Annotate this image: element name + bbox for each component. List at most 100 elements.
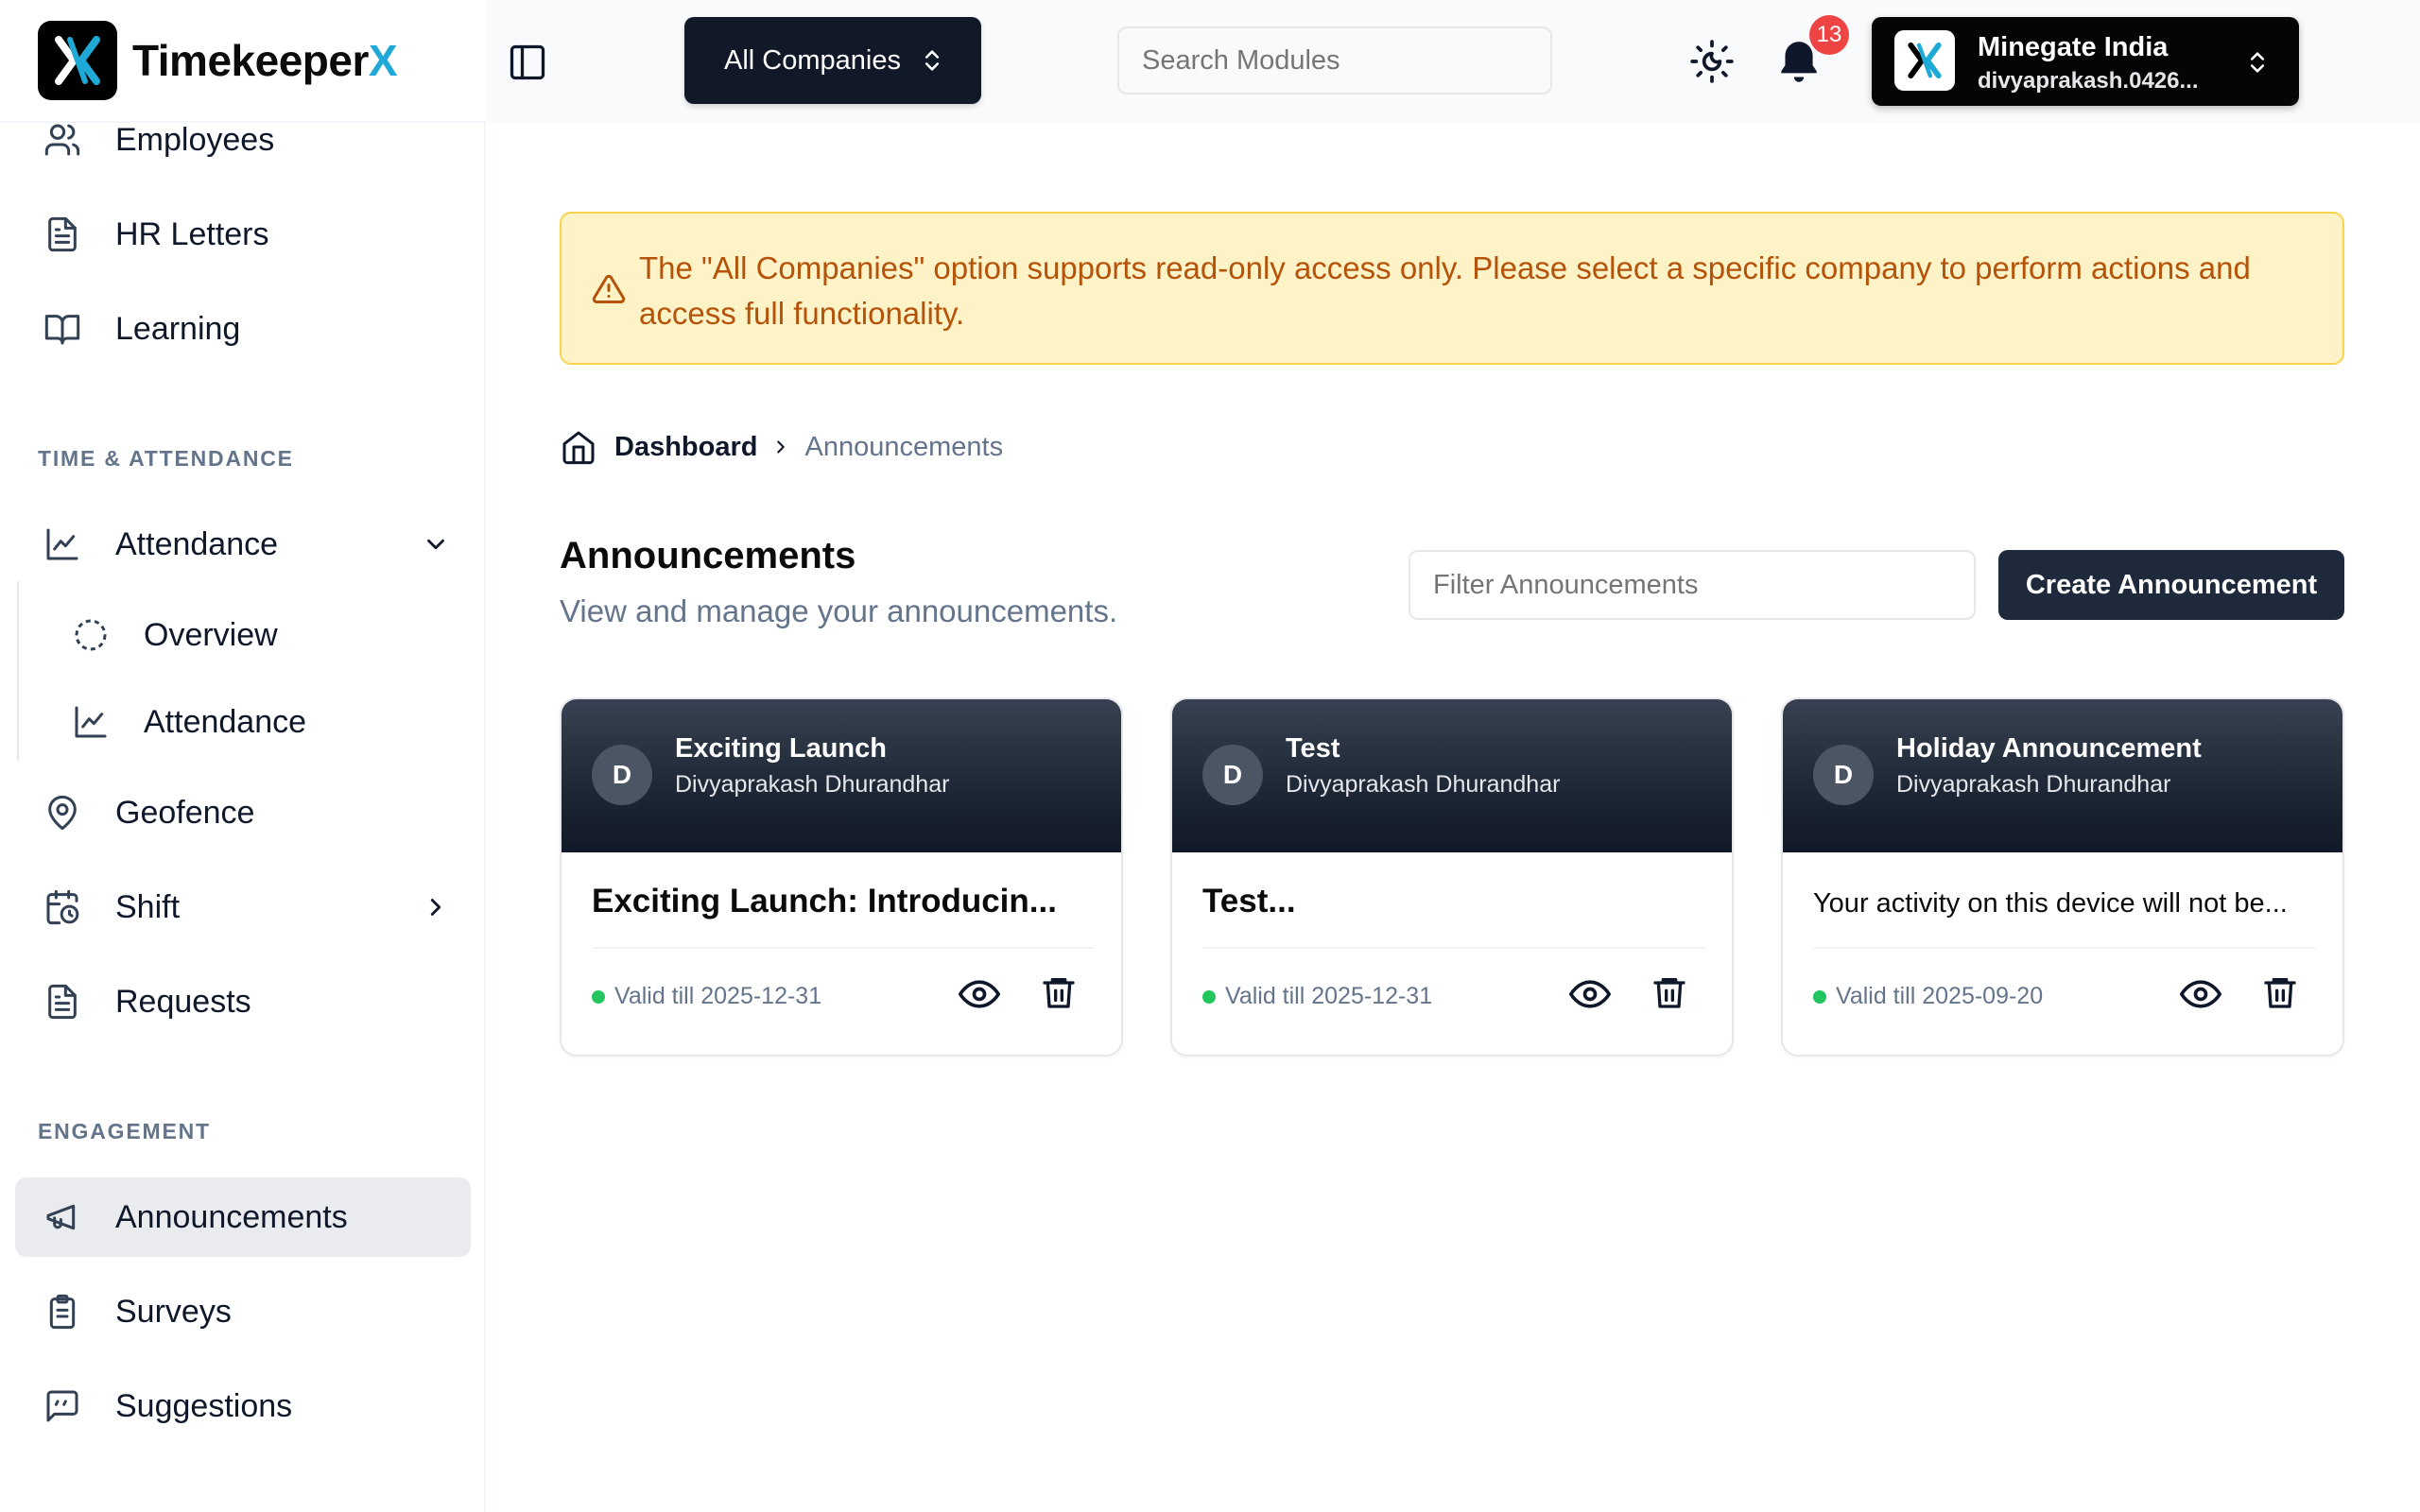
card-header: D Holiday Announcement Divyaprakash Dhur… [1783,699,2342,852]
card-title: Exciting Launch [675,733,887,764]
sidebar-item-requests[interactable]: Requests [15,962,471,1041]
brand-logo[interactable]: TimekeeperX [0,0,486,123]
valid-till-text: Valid till 2025-12-31 [614,983,822,1009]
megaphone-icon [46,1204,76,1230]
alert-message: The "All Companies" option supports read… [639,250,2251,331]
read-only-alert: The "All Companies" option supports read… [560,212,2344,365]
company-logo-icon [1894,30,1955,91]
clipboard-icon [49,1294,76,1330]
warning-icon [592,274,626,303]
sidebar-item-label: Suggestions [115,1387,293,1424]
sidebar-item-announcements[interactable]: Announcements [15,1177,471,1257]
create-announcement-button[interactable]: Create Announcement [1998,550,2344,620]
card-author: Divyaprakash Dhurandhar [1896,771,2171,798]
card-body: Your activity on this device will not be… [1813,888,2288,919]
home-icon[interactable] [560,428,597,466]
card-divider [1813,947,2316,949]
status-dot [1202,989,1216,1004]
account-switcher[interactable]: Minegate India divyaprakash.0426... [1872,17,2299,106]
sidebar-item-label: Attendance [115,525,279,562]
sidebar-item-label: Geofence [115,794,255,831]
message-icon [46,1390,78,1422]
filter-announcements-input[interactable] [1409,550,1976,620]
avatar: D [592,745,652,805]
status-dot [1813,989,1826,1004]
users-icon [44,124,80,156]
card-author: Divyaprakash Dhurandhar [1286,771,1561,798]
valid-till: Valid till 2025-12-31 [1202,983,1432,1010]
search-modules-input[interactable] [1117,26,1552,94]
chevron-down-icon [427,539,444,550]
card-header: D Test Divyaprakash Dhurandhar [1172,699,1732,852]
card-title: Test [1286,733,1340,764]
sidebar-item-label: Announcements [115,1198,348,1235]
sidebar-item-label: Employees [115,121,275,158]
avatar: D [1202,745,1263,805]
breadcrumb-current: Announcements [804,431,1004,462]
sidebar-item-attendance[interactable]: Attendance [15,505,471,584]
sidebar-item-label: Surveys [115,1293,232,1330]
document-icon [48,216,77,252]
map-pin-icon [48,795,77,831]
sidebar-item-label: Learning [115,310,241,347]
sidebar-item-hr-letters[interactable]: HR Letters [15,195,471,274]
chevron-right-icon [430,899,441,916]
eye-icon[interactable] [2180,973,2221,1015]
eye-icon[interactable] [1569,973,1611,1015]
valid-till: Valid till 2025-12-31 [592,983,821,1010]
card-body: Exciting Launch: Introducin... [592,883,1057,919]
section-title-engagement: ENGAGEMENT [38,1119,211,1143]
eye-icon[interactable] [959,973,1000,1015]
trash-icon[interactable] [1040,973,1078,1011]
sidebar-item-attendance-sub[interactable]: Attendance [43,684,471,760]
account-name: Minegate India [1978,32,2169,62]
chart-line-icon [75,706,107,738]
document-icon [48,984,77,1020]
chevron-up-down-icon [2250,52,2265,73]
top-bar: All Companies 13 Minegate India divyapra… [486,0,2420,123]
brand-name: TimekeeperX [132,36,398,85]
account-email: divyaprakash.0426... [1978,68,2199,94]
card-title: Holiday Announcement [1896,733,2202,764]
announcement-card[interactable]: D Test Divyaprakash Dhurandhar Test... V… [1170,697,1734,1057]
announcement-card[interactable]: D Holiday Announcement Divyaprakash Dhur… [1781,697,2344,1057]
card-divider [592,947,1095,949]
breadcrumb: Dashboard Announcements [560,425,1003,469]
chart-line-icon [46,528,78,560]
sidebar: TimekeeperX Employees HR Letters Learnin… [0,0,486,1512]
card-header: D Exciting Launch Divyaprakash Dhurandha… [562,699,1121,852]
company-select-label: All Companies [724,44,901,76]
sidebar-item-suggestions[interactable]: Suggestions [15,1366,471,1446]
sidebar-item-label: Requests [115,983,251,1020]
book-icon [44,315,80,345]
card-divider [1202,947,1705,949]
sidebar-item-label: Attendance [144,703,307,740]
sidebar-item-learning[interactable]: Learning [15,289,471,369]
sidebar-item-label: Shift [115,888,181,925]
notification-badge: 13 [1809,15,1849,55]
card-body: Test... [1202,883,1296,919]
avatar: D [1813,745,1874,805]
sidebar-item-label: Overview [144,616,278,653]
sidebar-item-geofence[interactable]: Geofence [15,773,471,852]
trash-icon[interactable] [2261,973,2299,1011]
sidebar-item-overview[interactable]: Overview [43,597,471,673]
theme-toggle-icon[interactable] [1688,38,1736,85]
announcement-card[interactable]: D Exciting Launch Divyaprakash Dhurandha… [560,697,1123,1057]
trash-icon[interactable] [1651,973,1688,1011]
chevron-up-down-icon [925,50,940,71]
card-author: Divyaprakash Dhurandhar [675,771,950,798]
timekeeperx-logo-icon [38,21,117,100]
chevron-right-icon [777,440,786,454]
page-title: Announcements [560,535,856,576]
sidebar-item-shift[interactable]: Shift [15,868,471,947]
valid-till: Valid till 2025-09-20 [1813,983,2043,1010]
dashed-circle-icon [75,619,107,651]
page-subtitle: View and manage your announcements. [560,593,1118,628]
status-dot [592,989,605,1004]
sidebar-item-surveys[interactable]: Surveys [15,1272,471,1351]
breadcrumb-dashboard[interactable]: Dashboard [614,432,757,463]
valid-till-text: Valid till 2025-09-20 [1836,983,2044,1009]
sidebar-toggle-icon[interactable] [507,42,548,83]
company-select[interactable]: All Companies [684,17,981,104]
